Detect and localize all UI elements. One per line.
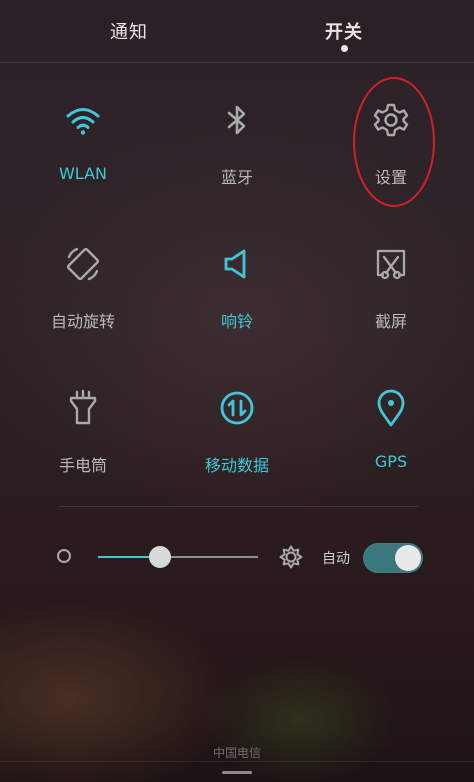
location-pin-icon bbox=[371, 388, 411, 428]
brightness-slider[interactable] bbox=[98, 546, 258, 568]
section-divider bbox=[58, 506, 418, 507]
tile-bluetooth[interactable]: 蓝牙 bbox=[167, 100, 307, 210]
tile-label: 自动旋转 bbox=[50, 312, 115, 331]
speaker-icon bbox=[217, 244, 257, 284]
sun-icon bbox=[279, 545, 303, 569]
tile-label: 截屏 bbox=[374, 312, 407, 331]
mobile-data-icon bbox=[217, 388, 257, 428]
bluetooth-icon bbox=[217, 100, 257, 140]
tile-screenshot[interactable]: 截屏 bbox=[321, 244, 461, 354]
toggle-knob bbox=[395, 545, 421, 571]
tile-wlan[interactable]: WLAN bbox=[13, 100, 153, 210]
tile-label: WLAN bbox=[58, 164, 107, 183]
tab-divider bbox=[0, 62, 474, 63]
tile-label: GPS bbox=[374, 452, 408, 471]
tile-ringtone[interactable]: 响铃 bbox=[167, 244, 307, 354]
drag-handle[interactable] bbox=[222, 771, 252, 774]
brightness-low-icon bbox=[57, 549, 71, 563]
tile-auto-rotate[interactable]: 自动旋转 bbox=[13, 244, 153, 354]
auto-brightness-label: 自动 bbox=[322, 551, 350, 567]
tab-notifications[interactable]: 通知 bbox=[69, 18, 189, 44]
tab-switches[interactable]: 开关 bbox=[284, 18, 404, 44]
tile-flashlight[interactable]: 手电筒 bbox=[13, 388, 153, 498]
tile-label: 响铃 bbox=[220, 312, 253, 331]
tab-bar: 通知 开关 bbox=[0, 0, 474, 62]
flashlight-icon bbox=[63, 388, 103, 428]
bottom-divider bbox=[0, 761, 474, 762]
tile-label: 蓝牙 bbox=[220, 168, 253, 187]
tile-gps[interactable]: GPS bbox=[321, 388, 461, 498]
tile-mobile-data[interactable]: 移动数据 bbox=[167, 388, 307, 498]
auto-brightness-toggle[interactable] bbox=[363, 543, 423, 573]
screenshot-icon bbox=[371, 244, 411, 284]
active-tab-indicator bbox=[341, 45, 348, 52]
tile-label: 手电筒 bbox=[58, 456, 107, 475]
brightness-slider-thumb[interactable] bbox=[149, 546, 172, 568]
carrier-name: 中国电信 bbox=[212, 746, 261, 760]
annotation-circle bbox=[353, 77, 435, 207]
wifi-icon bbox=[63, 100, 103, 140]
auto-rotate-icon bbox=[63, 244, 103, 284]
tile-label: 移动数据 bbox=[204, 456, 269, 475]
